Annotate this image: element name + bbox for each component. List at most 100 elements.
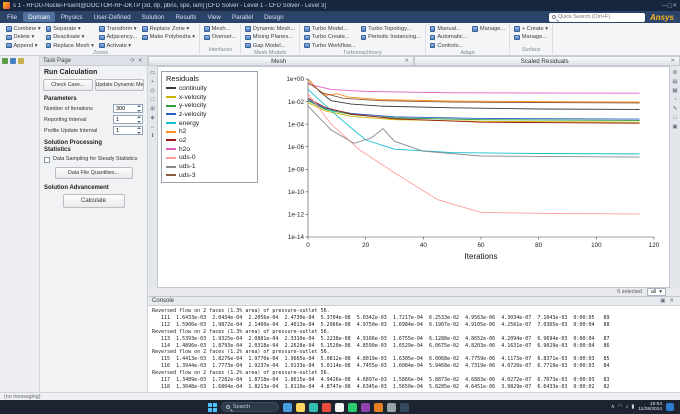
ribbon-button-deactivate[interactable]: Deactivate ▾ bbox=[45, 33, 95, 41]
annotate-icon[interactable]: ✎ bbox=[673, 106, 678, 112]
taskbar-app-mail[interactable] bbox=[321, 402, 331, 412]
clip-icon[interactable]: ◔ bbox=[673, 97, 676, 103]
search-input[interactable] bbox=[557, 14, 642, 20]
tab-domain[interactable]: Domain bbox=[23, 12, 55, 22]
pan-icon[interactable]: + bbox=[151, 79, 154, 85]
ribbon-button-append[interactable]: Append ▾ bbox=[5, 42, 42, 50]
spinner-icon[interactable] bbox=[137, 116, 142, 123]
svg-text:80: 80 bbox=[535, 242, 543, 249]
save-image-icon[interactable]: ▣ bbox=[672, 124, 677, 130]
tray-expand-icon[interactable]: ∧ bbox=[611, 404, 615, 410]
notification-badge[interactable] bbox=[666, 403, 674, 411]
mesh-window-tab[interactable]: Mesh ✕ bbox=[148, 56, 414, 66]
ribbon-button-replace-mesh[interactable]: Replace Mesh ▾ bbox=[45, 42, 95, 50]
ribbon-button-turbo-topology[interactable]: Turbo Topology... bbox=[360, 25, 422, 33]
ribbon-button-mesh[interactable]: Mesh... bbox=[203, 25, 237, 33]
ribbon-button-combine[interactable]: Combine ▾ bbox=[5, 25, 42, 33]
tree-icon[interactable] bbox=[2, 58, 8, 64]
ribbon-group-adapt: Manual... Automatic... Controls... Manage..… bbox=[426, 24, 511, 55]
transform-icon bbox=[99, 26, 105, 32]
close-icon[interactable]: ✕ bbox=[136, 58, 144, 64]
tab-results[interactable]: Results bbox=[170, 12, 201, 22]
residuals-window-tab[interactable]: Scaled Residuals ✕ bbox=[414, 56, 680, 66]
tab-file[interactable]: File bbox=[2, 12, 22, 22]
data-sampling-checkbox[interactable] bbox=[44, 157, 50, 163]
network-icon[interactable]: ◠ bbox=[618, 404, 623, 410]
volume-icon[interactable]: ♪ bbox=[626, 404, 629, 410]
quick-search[interactable] bbox=[548, 12, 645, 22]
taskbar-app-edge[interactable] bbox=[282, 402, 292, 412]
box-icon[interactable]: □ bbox=[151, 97, 154, 103]
battery-icon[interactable]: ▮ bbox=[631, 404, 634, 410]
close-icon[interactable]: ✕ bbox=[670, 58, 675, 64]
ribbon-button-create[interactable]: + Create ▾ bbox=[513, 25, 549, 33]
fit-icon[interactable]: ↔ bbox=[150, 124, 156, 130]
close-button[interactable]: ✕ bbox=[672, 3, 677, 9]
ribbon-button-turbo-workflow[interactable]: Turbo Workflow... bbox=[303, 42, 356, 50]
tab-parallel[interactable]: Parallel bbox=[227, 12, 258, 22]
tab-solution[interactable]: Solution bbox=[137, 12, 170, 22]
ribbon-button-replace-zone[interactable]: Replace Zone ▾ bbox=[141, 25, 196, 33]
taskbar-app-settings[interactable] bbox=[399, 402, 409, 412]
ribbon-button-separate[interactable]: Separate ▾ bbox=[45, 25, 95, 33]
clear-icon[interactable]: ✕ bbox=[667, 298, 676, 304]
taskbar-app-fluent[interactable] bbox=[373, 402, 383, 412]
ribbon-button-activate[interactable]: Activate ▾ bbox=[98, 42, 138, 50]
info-icon[interactable]: ℹ bbox=[151, 133, 153, 139]
taskbar-app-terminal[interactable] bbox=[386, 402, 396, 412]
parameters-section-label: Parameters bbox=[44, 96, 77, 102]
check-case-button[interactable]: Check Case... bbox=[43, 79, 93, 91]
taskbar-app-office[interactable] bbox=[334, 402, 344, 412]
expand-icon[interactable] bbox=[18, 58, 24, 64]
spinner-icon[interactable] bbox=[137, 105, 142, 112]
filter-icon[interactable] bbox=[10, 58, 16, 64]
ribbon-button-controls[interactable]: Controls... bbox=[429, 42, 469, 50]
update-dynamic-mesh-button[interactable]: Update Dynamic Mesh... bbox=[94, 79, 144, 91]
tab-physics[interactable]: Physics bbox=[56, 12, 88, 22]
grid-icon[interactable]: ⊞ bbox=[150, 106, 155, 112]
probe-icon[interactable]: ◈ bbox=[150, 115, 154, 121]
append-icon bbox=[6, 42, 12, 49]
ribbon-button-mixing-planes[interactable]: Mixing Planes... bbox=[244, 33, 296, 41]
calculate-button[interactable]: Calculate bbox=[62, 194, 125, 208]
data-file-quantities-button[interactable]: Data File Quantities... bbox=[54, 167, 133, 179]
ribbon-button-manual[interactable]: Manual... bbox=[429, 25, 469, 33]
ribbon-button-delete[interactable]: Delete ▾ bbox=[5, 33, 42, 41]
layout-icon[interactable]: ▤ bbox=[672, 79, 677, 85]
taskbar-app-file-explorer[interactable] bbox=[295, 402, 305, 412]
spinner-icon[interactable] bbox=[137, 127, 142, 134]
start-button[interactable] bbox=[207, 402, 217, 412]
ribbon-button-automatic[interactable]: Automatic... bbox=[429, 33, 469, 41]
taskbar-app-teams[interactable] bbox=[360, 402, 370, 412]
ribbon-button-adjacency[interactable]: Adjacency... bbox=[98, 33, 138, 41]
filter-dropdown[interactable]: all ▾ bbox=[646, 288, 666, 296]
taskbar-app-excel[interactable] bbox=[347, 402, 357, 412]
views-icon[interactable]: ▦ bbox=[672, 88, 677, 94]
ribbon-button-turbo-create[interactable]: Turbo Create... bbox=[303, 33, 356, 41]
close-icon[interactable]: ✕ bbox=[404, 58, 409, 64]
tab-design[interactable]: Design bbox=[259, 12, 289, 22]
ribbon-button-transform[interactable]: Transform ▾ bbox=[98, 25, 138, 33]
ribbon-button-manage[interactable]: Manage... bbox=[513, 33, 549, 41]
ribbon-button-turbo-model[interactable]: Turbo Model... bbox=[303, 25, 356, 33]
ribbon-button-manage[interactable]: Manage... bbox=[471, 25, 506, 33]
ribbon-tab-bar: File Domain Physics User-Defined Solution Res… bbox=[0, 11, 680, 23]
select-icon[interactable]: ▭ bbox=[150, 70, 155, 76]
tab-user-defined[interactable]: User-Defined bbox=[89, 12, 136, 22]
settings-icon[interactable]: ⚙ bbox=[673, 70, 678, 76]
ribbon-button-gap-model[interactable]: Gap Model... bbox=[244, 42, 296, 50]
ribbon-group-turbomachinery: Turbo Model... Turbo Create... Turbo Workf… bbox=[300, 24, 426, 55]
ribbon-button-make-polyhedra[interactable]: Make Polyhedra ▾ bbox=[141, 33, 196, 41]
tab-view[interactable]: View bbox=[202, 12, 226, 22]
taskbar-clock[interactable]: 16:04 11/28/2024 bbox=[638, 402, 662, 412]
taskbar-search[interactable]: Search bbox=[220, 402, 279, 412]
svg-text:1e-12: 1e-12 bbox=[288, 212, 305, 219]
ribbon-button-dynamic-mesh[interactable]: Dynamic Mesh... bbox=[244, 25, 296, 33]
zoom-icon[interactable]: ◎ bbox=[150, 88, 155, 94]
console-output[interactable]: Reversed flow on 2 faces (1.3% area) of … bbox=[148, 306, 680, 393]
taskbar-app-store[interactable] bbox=[308, 402, 318, 412]
copy-icon[interactable]: ▣ bbox=[658, 298, 667, 304]
ribbon-button-overset[interactable]: Overset... bbox=[203, 33, 237, 41]
frame-icon[interactable]: □ bbox=[673, 115, 676, 121]
ribbon-button-periodic-instancing[interactable]: Periodic Instancing... bbox=[360, 33, 422, 41]
